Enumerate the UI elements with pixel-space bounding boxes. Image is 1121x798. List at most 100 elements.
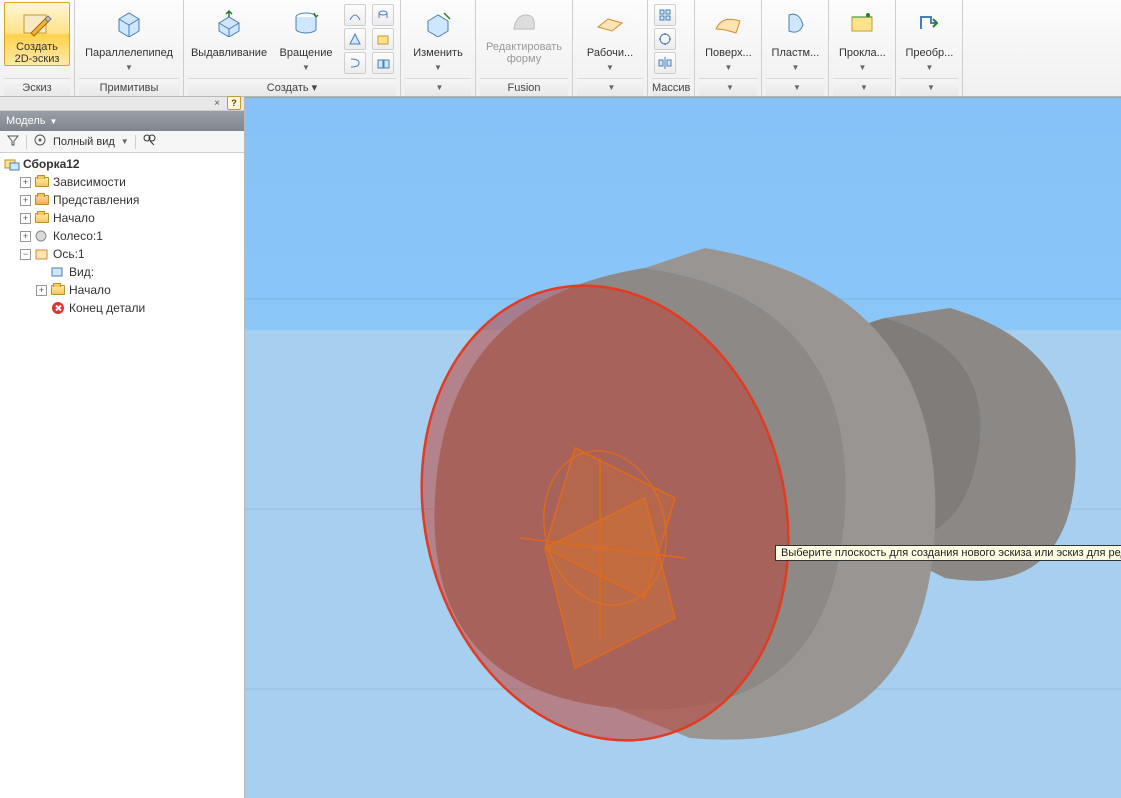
edit-form-label: Редактировать форму <box>486 41 562 65</box>
ribbon-group-plastic-footer[interactable]: ▼ <box>766 78 824 96</box>
rect-pattern-button[interactable] <box>654 4 676 26</box>
ribbon-group-workfeat-footer[interactable]: ▼ <box>577 78 643 96</box>
ribbon-group-surface: Поверх... ▼ ▼ <box>695 0 762 96</box>
tree-item[interactable]: +Начало <box>0 281 244 299</box>
surface-label: Поверх... <box>705 41 752 65</box>
model-browser-panel: × ? Модель ▼ Полный вид ▼ Сборка12 + Зави… <box>0 97 245 798</box>
emboss-button[interactable] <box>372 28 394 50</box>
derive-button[interactable] <box>372 52 394 74</box>
tree-item[interactable]: + Зависимости <box>0 173 244 191</box>
plastic-label: Пластм... <box>772 41 820 65</box>
tree-item[interactable]: + Представления <box>0 191 244 209</box>
chevron-down-icon: ▼ <box>302 63 310 72</box>
ribbon-group-modify: Изменить ▼ ▼ <box>401 0 476 96</box>
chevron-down-icon: ▼ <box>436 83 444 92</box>
ribbon-footer-label: Эскиз <box>22 82 51 94</box>
mirror-button[interactable] <box>654 52 676 74</box>
rib-button[interactable] <box>372 4 394 26</box>
surface-icon <box>712 7 744 39</box>
folder-icon <box>50 283 66 297</box>
create-2d-sketch-button[interactable]: Создать 2D-эскиз <box>4 2 70 66</box>
ribbon-footer-label: Создать ▾ <box>267 81 317 94</box>
extrude-label: Выдавливание <box>191 41 267 65</box>
view-mode-icon[interactable] <box>33 133 47 150</box>
ribbon-group-primitives-footer: Примитивы <box>79 78 179 96</box>
surface-button[interactable]: Поверх... ▼ <box>699 2 757 73</box>
ribbon-group-create-footer[interactable]: Создать ▾ <box>188 78 396 96</box>
view-icon <box>50 265 66 279</box>
ribbon-group-fusion-footer: Fusion <box>480 78 568 96</box>
panel-title-label: Модель <box>6 115 45 127</box>
tree-expander[interactable]: + <box>20 213 31 224</box>
ribbon: Создать 2D-эскиз Эскиз Параллелепипед ▼ … <box>0 0 1121 97</box>
view-mode-label[interactable]: Полный вид <box>53 136 115 148</box>
box-label: Параллелепипед <box>85 41 173 65</box>
circ-pattern-button[interactable] <box>654 28 676 50</box>
revolve-icon <box>290 7 322 39</box>
tree-item-label: Начало <box>53 210 95 226</box>
tree-item[interactable]: + Начало <box>0 209 244 227</box>
modify-icon <box>422 7 454 39</box>
revolve-label: Вращение <box>280 41 333 65</box>
gasket-button[interactable]: Прокла... ▼ <box>833 2 891 73</box>
tree-item[interactable]: Вид: <box>0 263 244 281</box>
plastic-button[interactable]: Пластм... ▼ <box>766 2 824 73</box>
ribbon-group-surface-footer[interactable]: ▼ <box>699 78 757 96</box>
close-icon[interactable]: × <box>214 98 220 109</box>
tree-expander[interactable]: + <box>20 195 31 206</box>
tree-expander[interactable]: − <box>20 249 31 260</box>
tree-item[interactable]: − Ось:1 <box>0 245 244 263</box>
ribbon-footer-label: Массив <box>652 82 690 94</box>
tree-item-label: Зависимости <box>53 174 126 190</box>
modify-label: Изменить <box>413 41 463 65</box>
part-icon <box>34 229 50 243</box>
chevron-down-icon: ▼ <box>606 63 614 72</box>
tree-item-label: Ось:1 <box>53 246 85 262</box>
coil-button[interactable] <box>344 52 366 74</box>
tree-item-label: Представления <box>53 192 139 208</box>
tree-item[interactable]: Конец детали <box>0 299 244 317</box>
part-o-icon <box>34 247 50 261</box>
modify-button[interactable]: Изменить ▼ <box>405 2 471 73</box>
ribbon-group-pattern-footer: Массив <box>652 78 690 96</box>
chevron-down-icon: ▼ <box>791 63 799 72</box>
help-icon[interactable]: ? <box>227 96 241 110</box>
ribbon-group-fusion: Редактировать форму Fusion <box>476 0 573 96</box>
filter-icon[interactable] <box>6 133 20 150</box>
tree-expander[interactable]: + <box>36 285 47 296</box>
convert-button[interactable]: Преобр... ▼ <box>900 2 958 73</box>
edit-form-icon <box>508 7 540 39</box>
chevron-down-icon: ▼ <box>724 63 732 72</box>
tooltip-text: Выберите плоскость для создания нового э… <box>781 547 1121 559</box>
revolve-button[interactable]: Вращение ▼ <box>272 2 340 73</box>
chevron-down-icon: ▼ <box>927 83 935 92</box>
ribbon-group-convert-footer[interactable]: ▼ <box>900 78 958 96</box>
tree-expander[interactable]: + <box>20 231 31 242</box>
workplane-icon <box>594 7 626 39</box>
loft-button[interactable] <box>344 28 366 50</box>
plastic-icon <box>779 7 811 39</box>
model-tree: Сборка12 +Зависимости+Представления+Нача… <box>0 153 244 798</box>
ribbon-group-sketch: Создать 2D-эскиз Эскиз <box>0 0 75 96</box>
assembly-icon <box>4 157 20 171</box>
extrude-button[interactable]: Выдавливание <box>188 2 270 66</box>
sweep-button[interactable] <box>344 4 366 26</box>
chevron-down-icon: ▼ <box>793 83 801 92</box>
tree-item[interactable]: +Колесо:1 <box>0 227 244 245</box>
convert-label: Преобр... <box>905 41 953 65</box>
chevron-down-icon: ▼ <box>434 63 442 72</box>
create-2d-sketch-label: Создать 2D-эскиз <box>15 41 60 65</box>
find-icon[interactable] <box>142 133 156 150</box>
ribbon-group-modify-footer[interactable]: ▼ <box>405 78 471 96</box>
box-button[interactable]: Параллелепипед ▼ <box>79 2 179 73</box>
tree-root[interactable]: Сборка12 <box>0 155 244 173</box>
tree-expander[interactable]: + <box>20 177 31 188</box>
extrude-icon <box>213 7 245 39</box>
panel-toolbar: Полный вид ▼ <box>0 131 244 153</box>
chevron-down-icon: ▼ <box>121 137 129 146</box>
panel-title-bar[interactable]: Модель ▼ <box>0 111 244 131</box>
workplane-button[interactable]: Рабочи... ▼ <box>577 2 643 73</box>
viewport-3d[interactable]: Выберите плоскость для создания нового э… <box>245 97 1121 798</box>
redx-icon <box>50 301 66 315</box>
ribbon-group-gasket-footer[interactable]: ▼ <box>833 78 891 96</box>
